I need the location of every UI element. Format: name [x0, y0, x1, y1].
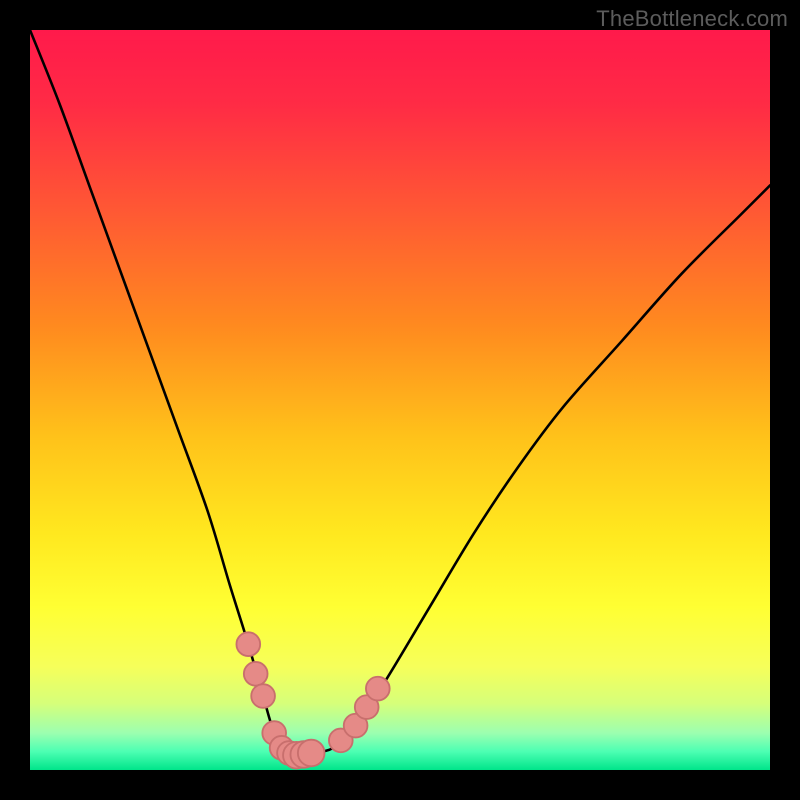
curve-marker: [298, 740, 325, 767]
chart-frame: TheBottleneck.com: [0, 0, 800, 800]
plot-area: [30, 30, 770, 770]
chart-svg: [30, 30, 770, 770]
watermark-text: TheBottleneck.com: [596, 6, 788, 32]
curve-marker: [251, 684, 275, 708]
curve-marker: [244, 662, 268, 686]
curve-marker: [366, 677, 390, 701]
curve-markers: [236, 632, 389, 768]
curve-marker: [236, 632, 260, 656]
bottleneck-curve: [30, 30, 770, 755]
